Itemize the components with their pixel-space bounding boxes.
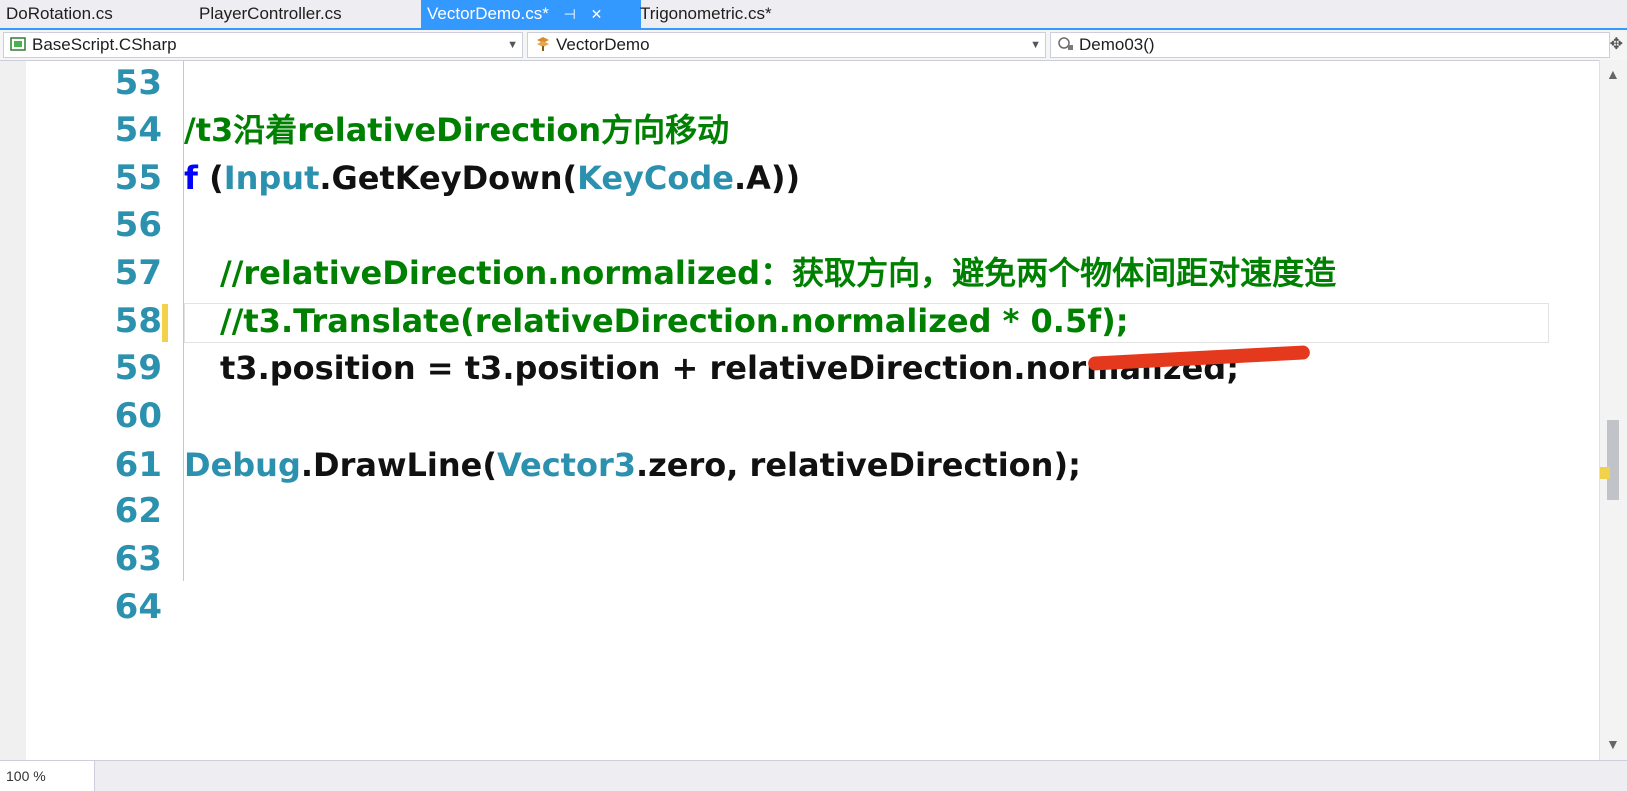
tab-label: DoRotation.cs <box>6 4 113 23</box>
chevron-down-icon: ▼ <box>507 39 518 51</box>
scroll-down-icon[interactable]: ▼ <box>1606 736 1620 752</box>
type-token: Input <box>223 159 320 197</box>
code-token: .GetKeyDown( <box>319 159 578 197</box>
navigation-bar: BaseScript.CSharp ▼ VectorDemo ▼ Demo03(… <box>0 30 1627 61</box>
tab-vectordemo[interactable]: VectorDemo.cs* ⊣ ✕ <box>421 0 641 28</box>
code-token: .A)) <box>733 159 801 197</box>
line-number: 62 <box>114 491 162 531</box>
tab-playercontroller[interactable]: PlayerController.cs <box>193 0 348 28</box>
scrollbar-thumb[interactable] <box>1607 420 1619 500</box>
member-dropdown[interactable]: Demo03() <box>1050 32 1610 58</box>
method-icon <box>1058 37 1073 50</box>
tab-trigonometric[interactable]: Trigonometric.cs* <box>634 0 778 28</box>
project-icon <box>10 37 26 51</box>
member-label: Demo03() <box>1079 35 1155 54</box>
class-icon <box>537 37 549 51</box>
change-marker-indicator <box>1600 467 1610 479</box>
type-token: Debug <box>184 446 301 484</box>
tab-dorotation[interactable]: DoRotation.cs <box>0 0 119 28</box>
type-token: Vector3 <box>496 446 636 484</box>
line-number: 63 <box>114 539 162 579</box>
pin-icon[interactable]: ⊣ <box>564 0 576 28</box>
code-line-if: f (Input.GetKeyDown(KeyCode.A)) <box>184 158 800 198</box>
code-line-assignment: t3.position = t3.position + relativeDire… <box>220 349 1239 387</box>
document-tab-bar: DoRotation.cs PlayerController.cs Vector… <box>0 0 1627 30</box>
project-label: BaseScript.CSharp <box>32 35 177 54</box>
tab-label: VectorDemo.cs* <box>427 4 549 23</box>
chevron-down-icon: ▼ <box>1030 39 1041 51</box>
editor-bottom-bar: 100 % <box>0 760 1627 791</box>
project-dropdown[interactable]: BaseScript.CSharp ▼ <box>3 32 523 58</box>
line-number: 61 <box>114 445 162 485</box>
tab-label: Trigonometric.cs* <box>640 4 772 23</box>
line-number: 58 <box>114 301 162 341</box>
line-number: 54 <box>114 110 162 150</box>
line-number: 60 <box>114 396 162 436</box>
line-number: 56 <box>114 205 162 245</box>
type-token: KeyCode <box>577 159 734 197</box>
code-editor[interactable]: 53 54 55 56 57 58 59 60 61 62 63 64 /t3沿… <box>0 61 1600 781</box>
code-line-comment: //relativeDirection.normalized：获取方向，避免两个… <box>220 254 1337 292</box>
code-line-drawline: Debug.DrawLine(Vector3.zero, relativeDir… <box>184 445 1081 485</box>
indicator-margin <box>0 61 26 781</box>
line-number: 55 <box>114 158 162 198</box>
close-icon[interactable]: ✕ <box>591 0 603 28</box>
code-line-comment: /t3沿着relativeDirection方向移动 <box>184 111 730 149</box>
line-number: 53 <box>114 63 162 103</box>
code-token: .DrawLine( <box>300 446 497 484</box>
code-token: .zero, relativeDirection); <box>636 446 1081 484</box>
split-icon[interactable]: ✥ <box>1610 34 1623 54</box>
change-marker <box>162 304 168 342</box>
class-dropdown[interactable]: VectorDemo ▼ <box>527 32 1046 58</box>
line-number: 57 <box>114 253 162 293</box>
line-number: 59 <box>114 348 162 388</box>
tab-label: PlayerController.cs <box>199 4 342 23</box>
line-number: 64 <box>114 587 162 627</box>
class-label: VectorDemo <box>556 35 650 54</box>
code-token: ( <box>197 159 224 197</box>
code-line-comment: //t3.Translate(relativeDirection.normali… <box>220 302 1129 340</box>
zoom-level[interactable]: 100 % <box>0 761 95 791</box>
scroll-up-icon[interactable]: ▲ <box>1606 66 1620 82</box>
keyword-token: f <box>184 159 198 197</box>
vertical-scrollbar[interactable]: ▲ ▼ <box>1599 60 1627 760</box>
